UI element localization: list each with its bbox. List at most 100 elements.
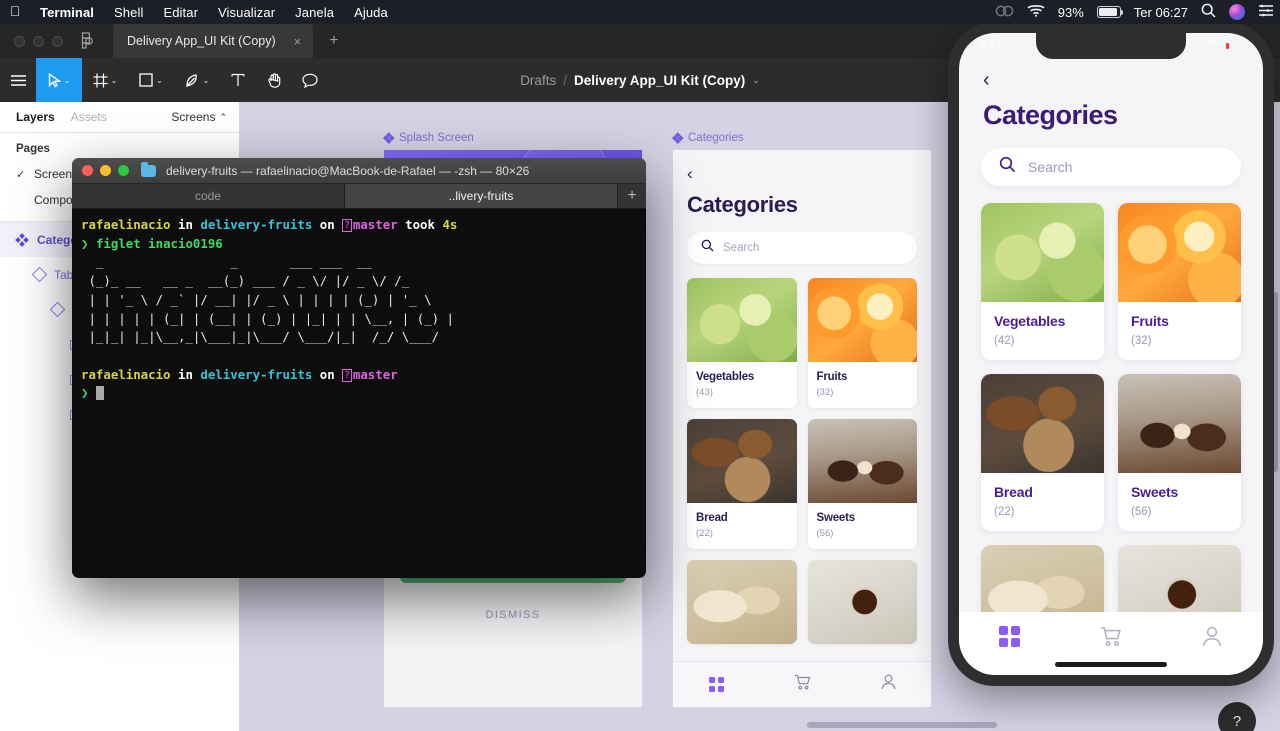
wifi-icon[interactable] (1027, 4, 1045, 20)
chevron-left-icon[interactable]: ‹ (959, 59, 1263, 92)
prompt-branch: master (352, 217, 398, 232)
menubar-clock[interactable]: Ter 06:27 (1134, 5, 1188, 20)
component-icon (31, 266, 48, 283)
tab-grid[interactable] (959, 626, 1060, 647)
terminal-tabbar: code ..livery-fruits + (72, 184, 646, 209)
creative-cloud-icon[interactable] (995, 4, 1014, 21)
terminal-command: figlet inacio0196 (95, 235, 223, 251)
tab-cart[interactable] (1060, 626, 1161, 652)
tab-layers[interactable]: Layers (0, 110, 55, 124)
menu-item-janela[interactable]: Janela (285, 5, 344, 20)
file-tab[interactable]: Delivery App_UI Kit (Copy) × (113, 24, 314, 58)
category-thumbnail (981, 374, 1104, 473)
prompt-user: rafaelinacio (81, 366, 171, 382)
check-icon: ✓ (16, 168, 26, 181)
category-card[interactable]: Bread (22) (687, 419, 797, 549)
artboard-categories[interactable]: ‹ Categories Search Vegetables (43) Frui… (673, 150, 931, 707)
control-center-icon[interactable] (1258, 4, 1274, 20)
breadcrumb-separator: / (563, 72, 567, 88)
category-card[interactable]: Fruits (32) (807, 278, 917, 408)
category-card[interactable]: Sweets (56) (1118, 374, 1241, 531)
search-input[interactable]: Search (687, 232, 917, 264)
chevron-left-icon[interactable]: ‹ (673, 150, 931, 184)
menu-item-terminal[interactable]: Terminal (30, 5, 104, 20)
battery-icon[interactable] (1096, 6, 1124, 18)
pen-icon[interactable]: ⌄ (174, 58, 220, 102)
rectangle-icon[interactable]: ⌄ (128, 58, 174, 102)
category-card[interactable]: Bread (22) (981, 374, 1104, 531)
tab-profile[interactable] (1162, 626, 1263, 652)
category-name: Vegetables (696, 371, 755, 383)
screens-dropdown[interactable]: Screens ⌃ (171, 110, 227, 124)
search-input[interactable]: Search (981, 148, 1241, 186)
siri-icon[interactable] (1229, 4, 1245, 20)
artboard-label-splash[interactable]: Splash Screen (383, 132, 474, 144)
breadcrumb-project[interactable]: Drafts (520, 73, 556, 88)
menu-item-shell[interactable]: Shell (104, 5, 153, 20)
apple-logo-icon[interactable]:  (0, 4, 30, 20)
category-count: (56) (1131, 506, 1152, 518)
tab-cart[interactable] (759, 674, 845, 695)
tab-grid[interactable] (673, 677, 759, 692)
dismiss-button[interactable]: DISMISS (400, 609, 626, 621)
window-traffic-lights[interactable] (0, 35, 63, 47)
comment-icon[interactable] (292, 58, 328, 102)
category-card[interactable]: Sweets (56) (807, 419, 917, 549)
terminal-titlebar: delivery-fruits — rafaelinacio@MacBook-d… (72, 158, 646, 184)
frame-icon[interactable]: ⌄ (82, 58, 128, 102)
battery-percentage: 93% (1057, 4, 1084, 20)
terminal-output[interactable]: rafaelinacio in delivery-fruits on ? mast… (72, 209, 646, 410)
category-card[interactable]: Fruits (32) (1118, 203, 1241, 360)
close-window-button[interactable] (82, 165, 93, 176)
chevron-down-icon[interactable]: ⌄ (156, 76, 163, 85)
close-window-button[interactable] (14, 35, 25, 47)
terminal-tab-code[interactable]: code (72, 184, 345, 208)
maximize-window-button[interactable] (52, 35, 63, 47)
bottom-tabbar (959, 612, 1263, 675)
ascii-art-line: | | '_ \ / _` |/ __| |/ _ \ | | | | (_) … (81, 291, 432, 307)
menu-item-editar[interactable]: Editar (153, 5, 208, 20)
terminal-window[interactable]: delivery-fruits — rafaelinacio@MacBook-d… (72, 158, 646, 578)
spotlight-search-icon[interactable] (1201, 3, 1216, 21)
new-terminal-tab-button[interactable]: + (618, 184, 646, 208)
chevron-down-icon[interactable]: ⌄ (203, 76, 210, 85)
chevron-down-icon[interactable]: ⌄ (111, 76, 118, 85)
close-icon[interactable]: × (294, 34, 302, 49)
category-thumbnail (1118, 203, 1241, 302)
home-indicator[interactable] (1055, 662, 1167, 667)
category-card[interactable] (687, 560, 797, 644)
category-thumbnail (807, 278, 917, 362)
category-card[interactable]: Vegetables (43) (687, 278, 797, 408)
minimize-window-button[interactable] (100, 165, 111, 176)
minimize-window-button[interactable] (33, 35, 44, 47)
hand-tool-icon[interactable] (256, 58, 292, 102)
menu-item-visualizar[interactable]: Visualizar (208, 5, 285, 20)
folder-icon (141, 161, 156, 177)
prompt-in: in (178, 217, 193, 232)
menu-item-ajuda[interactable]: Ajuda (344, 5, 398, 20)
chevron-down-icon[interactable]: ⌄ (752, 75, 760, 86)
new-tab-button[interactable]: + (329, 32, 338, 50)
terminal-tab-delivery-fruits[interactable]: ..livery-fruits (345, 184, 618, 208)
maximize-window-button[interactable] (118, 165, 129, 176)
artboard-label-categories[interactable]: Categories (672, 132, 744, 144)
category-thumbnail (807, 560, 917, 644)
text-tool-icon[interactable] (220, 58, 256, 102)
tab-assets[interactable]: Assets (55, 110, 107, 124)
tab-profile[interactable] (845, 674, 931, 695)
phone-screen[interactable]: 6:27 ‹ Categories Search Vegetables (42)… (959, 33, 1263, 675)
search-placeholder: Search (1028, 159, 1073, 175)
figma-logo-icon[interactable] (79, 32, 93, 50)
category-card[interactable]: Vegetables (42) (981, 203, 1104, 360)
category-name: Fruits (816, 371, 848, 383)
category-name: Vegetables (994, 313, 1066, 329)
chevron-down-icon[interactable]: ⌄ (64, 76, 71, 85)
category-name: Bread (994, 484, 1033, 500)
move-cursor-icon[interactable]: ⌄ (36, 58, 82, 102)
breadcrumb-file[interactable]: Delivery App_UI Kit (Copy) (574, 73, 745, 88)
search-icon (999, 156, 1016, 178)
prompt-branch: master (352, 366, 398, 382)
category-card[interactable] (807, 560, 917, 644)
canvas-horizontal-scrollbar[interactable] (807, 722, 997, 728)
hamburger-menu-icon[interactable] (0, 58, 36, 102)
